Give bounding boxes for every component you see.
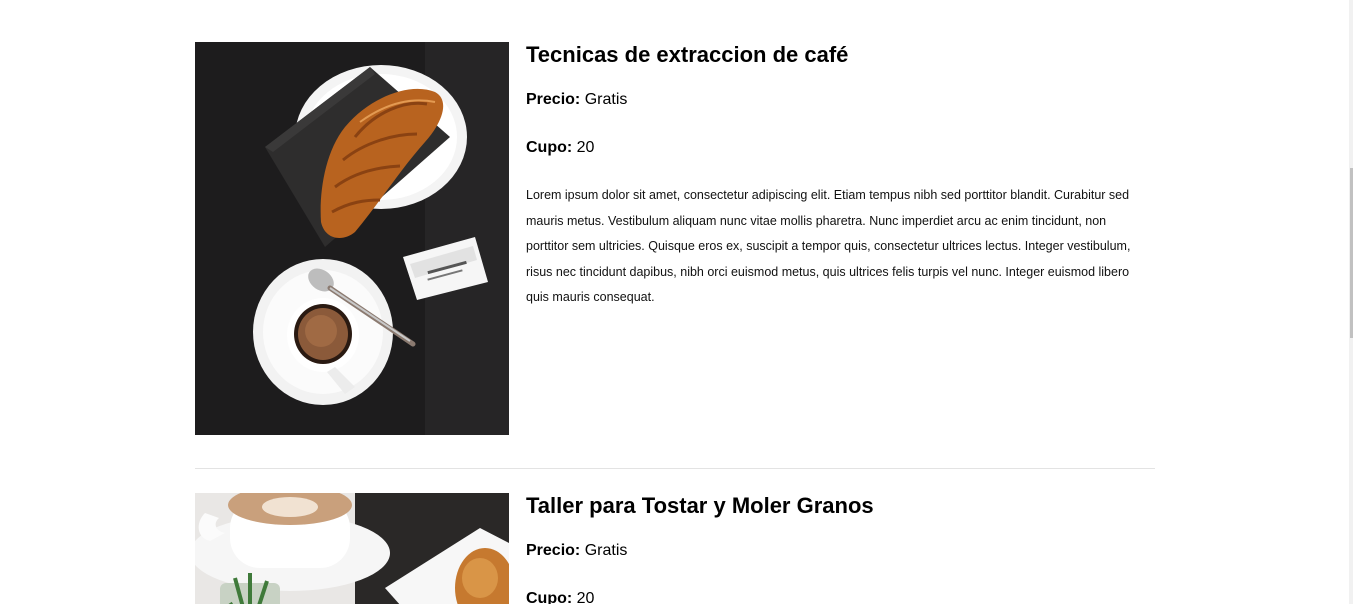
course-info: Tecnicas de extraccion de café Precio: G… bbox=[526, 42, 1155, 435]
course-title: Taller para Tostar y Moler Granos bbox=[526, 493, 874, 518]
price-value: Gratis bbox=[580, 542, 628, 559]
course-cupo: Cupo: 20 bbox=[526, 138, 1155, 158]
course-description: Lorem ipsum dolor sit amet, consectetur … bbox=[526, 188, 1131, 305]
price-label: Precio: bbox=[526, 542, 581, 559]
cupo-label: Cupo: bbox=[526, 139, 573, 156]
course-price: Precio: Gratis bbox=[526, 541, 1155, 561]
course-price: Precio: Gratis bbox=[526, 90, 1155, 110]
course-card: Taller para Tostar y Moler Granos Precio… bbox=[195, 493, 1155, 604]
course-card: Tecnicas de extraccion de café Precio: G… bbox=[195, 42, 1155, 435]
cupo-label: Cupo: bbox=[526, 590, 573, 604]
course-list: Tecnicas de extraccion de café Precio: G… bbox=[195, 0, 1155, 604]
course-image-latte-pastry bbox=[195, 493, 509, 604]
course-cupo: Cupo: 20 bbox=[526, 589, 1155, 604]
course-title: Tecnicas de extraccion de café bbox=[526, 42, 849, 67]
divider bbox=[195, 468, 1155, 469]
cupo-value: 20 bbox=[572, 139, 595, 156]
scrollbar-track[interactable] bbox=[1349, 0, 1353, 604]
price-label: Precio: bbox=[526, 91, 581, 108]
page: Tecnicas de extraccion de café Precio: G… bbox=[0, 0, 1353, 604]
price-value: Gratis bbox=[580, 91, 628, 108]
cupo-value: 20 bbox=[572, 590, 595, 604]
course-image-croissant-coffee bbox=[195, 42, 509, 435]
course-info: Taller para Tostar y Moler Granos Precio… bbox=[526, 493, 1155, 604]
